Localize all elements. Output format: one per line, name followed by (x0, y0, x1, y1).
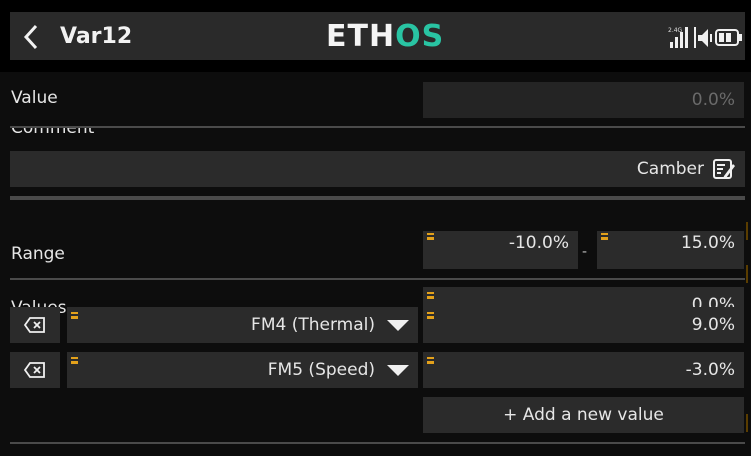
divider (10, 278, 745, 280)
delete-icon (24, 317, 45, 333)
range-label: Range (11, 244, 65, 264)
scroll-indicator (746, 414, 748, 432)
range-min-value: -10.0% (508, 233, 569, 253)
edit-marker (427, 357, 434, 364)
dropdown-arrow-icon (387, 364, 409, 376)
range-max-value: 15.0% (680, 233, 735, 253)
flight-mode-value-field[interactable]: 9.0% (423, 307, 744, 343)
dropdown-arrow-icon (387, 319, 409, 331)
comment-field[interactable]: Camber (10, 151, 745, 187)
logo-main-text: ETH (326, 19, 396, 54)
ethos-logo: ETHOS (326, 20, 444, 54)
range-top-cover (420, 200, 750, 231)
flight-mode-dropdown[interactable]: FM4 (Thermal) (67, 307, 418, 343)
edit-marker (601, 233, 608, 240)
scroll-indicator (746, 222, 748, 240)
delete-value-button[interactable] (10, 307, 60, 343)
flight-mode-value-field[interactable]: -3.0% (423, 352, 744, 388)
page-title: Var12 (60, 24, 133, 49)
edit-marker (71, 357, 78, 364)
delete-value-button[interactable] (10, 352, 60, 388)
add-value-button[interactable]: + Add a new value (423, 397, 744, 433)
flight-mode-dropdown[interactable]: FM5 (Speed) (67, 352, 418, 388)
status-icons: 2.4G (668, 24, 746, 52)
edit-marker (427, 292, 434, 299)
delete-icon (24, 362, 45, 378)
divider (10, 442, 745, 444)
screen: Var12 ETHOS 2.4G Value 0.0% Camber Range… (0, 0, 751, 456)
comment-label: Comment (11, 128, 94, 136)
comment-text: Camber (636, 159, 704, 179)
divider (10, 198, 745, 200)
logo-accent-text: OS (395, 19, 445, 54)
range-separator: - (582, 244, 588, 260)
flight-mode-name: FM5 (Speed) (267, 360, 375, 380)
back-button[interactable] (18, 22, 44, 52)
flight-mode-value: 9.0% (691, 315, 735, 335)
speaker-icon (694, 27, 712, 48)
flight-mode-name: FM4 (Thermal) (251, 315, 375, 335)
value-field[interactable]: 0.0% (423, 82, 744, 118)
edit-marker (71, 312, 78, 319)
edit-marker (427, 233, 434, 240)
flight-mode-value: -3.0% (685, 360, 735, 380)
comment-label-clip: Comment (0, 128, 400, 136)
scroll-indicator (746, 265, 748, 283)
range-bottom-cover (420, 269, 750, 283)
battery-icon (715, 29, 742, 46)
value-label: Value (11, 88, 58, 108)
edit-marker (427, 312, 434, 319)
edit-icon (713, 159, 735, 179)
back-chevron-icon (23, 24, 38, 50)
top-bar: Var12 ETHOS 2.4G (0, 0, 751, 72)
